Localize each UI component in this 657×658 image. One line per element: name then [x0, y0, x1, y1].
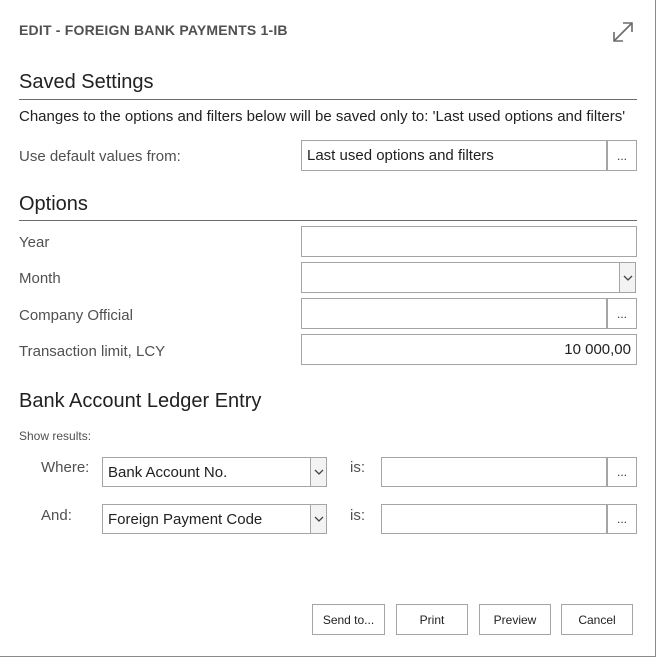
month-select[interactable] [301, 262, 620, 293]
dialog-title: EDIT - FOREIGN BANK PAYMENTS 1-IB [19, 22, 288, 38]
filter-field-select[interactable]: Foreign Payment Code [102, 504, 311, 534]
section-divider [19, 99, 637, 100]
section-divider [19, 220, 637, 221]
transaction-limit-label: Transaction limit, LCY [19, 343, 166, 360]
year-label: Year [19, 234, 50, 251]
filter-and-label: And: [41, 507, 72, 524]
filter-field-value: Bank Account No. [108, 463, 228, 481]
filter-value-input[interactable] [381, 457, 607, 487]
use-default-lookup-button[interactable]: ... [607, 140, 637, 171]
company-official-input[interactable] [301, 298, 607, 329]
options-heading: Options [19, 193, 88, 215]
cancel-button[interactable]: Cancel [561, 604, 633, 635]
transaction-limit-value: 10 000,00 [564, 341, 631, 358]
filter-is-label: is: [350, 507, 365, 524]
print-button[interactable]: Print [396, 604, 468, 635]
filter-where-label: Where: [41, 459, 90, 476]
chevron-down-icon[interactable] [310, 504, 327, 534]
filter-field-select[interactable]: Bank Account No. [102, 457, 311, 487]
transaction-limit-input[interactable]: 10 000,00 [301, 334, 637, 365]
preview-button[interactable]: Preview [479, 604, 551, 635]
chevron-down-icon[interactable] [310, 457, 327, 487]
filter-value-input[interactable] [381, 504, 607, 534]
saved-settings-heading: Saved Settings [19, 71, 154, 93]
expand-icon[interactable] [611, 20, 635, 44]
show-results-label: Show results: [19, 429, 92, 443]
chevron-down-icon[interactable] [619, 262, 636, 293]
send-to-button[interactable]: Send to... [312, 604, 385, 635]
company-official-label: Company Official [19, 307, 133, 324]
saved-settings-info: Changes to the options and filters below… [19, 108, 626, 125]
report-request-dialog: EDIT - FOREIGN BANK PAYMENTS 1-IB Saved … [0, 0, 656, 657]
use-default-value: Last used options and filters [307, 147, 494, 164]
filter-value-lookup-button[interactable]: ... [607, 504, 637, 534]
filter-is-label: is: [350, 459, 365, 476]
filter-field-value: Foreign Payment Code [108, 510, 263, 528]
use-default-field[interactable]: Last used options and filters [301, 140, 607, 171]
month-label: Month [19, 270, 61, 287]
year-input[interactable] [301, 226, 637, 257]
use-default-label: Use default values from: [19, 148, 181, 165]
company-official-lookup-button[interactable]: ... [607, 298, 637, 329]
filter-value-lookup-button[interactable]: ... [607, 457, 637, 487]
filter-section-heading: Bank Account Ledger Entry [19, 390, 262, 412]
